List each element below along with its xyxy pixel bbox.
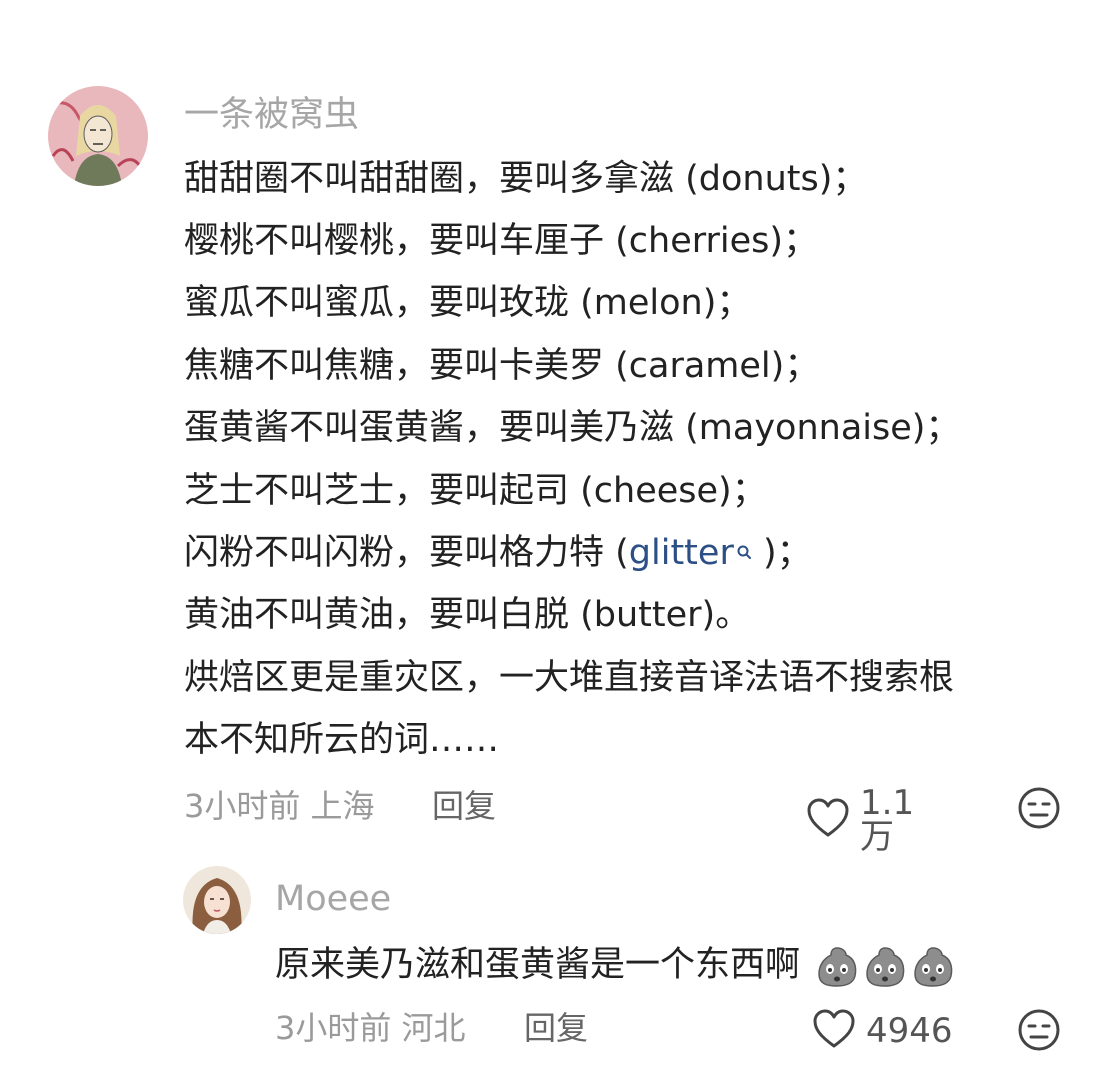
reply-button[interactable]: 回复 (524, 1012, 588, 1044)
comment-text-line: 黄油不叫黄油，要叫白脱 (butter)。 (184, 595, 751, 635)
neutral-face-icon (1017, 787, 1061, 834)
dislike-button[interactable] (1017, 786, 1061, 834)
search-link-label: glitter (628, 533, 734, 573)
search-link[interactable]: glitter (629, 533, 752, 573)
username[interactable]: Moeee (275, 882, 391, 917)
comment-text-line: 本不知所云的词…… (184, 720, 500, 760)
avatar[interactable] (183, 866, 251, 934)
dislike-button[interactable] (1017, 1008, 1061, 1056)
search-icon (736, 532, 752, 559)
comment-text-line: 甜甜圈不叫甜甜圈，要叫多拿滋 (donuts)； (184, 159, 868, 199)
reply-button[interactable]: 回复 (432, 790, 496, 822)
crying-potato-emoji-icon (911, 944, 955, 988)
like-count: 4946 (866, 1011, 953, 1051)
comment-text-line: 烘焙区更是重灾区，一大堆直接音译法语不搜索根 (184, 658, 955, 698)
comment-text-line: 芝士不叫芝士，要叫起司 (cheese)； (184, 471, 767, 511)
heart-icon (812, 1008, 856, 1054)
comment-text-line: 樱桃不叫樱桃，要叫车厘子 (cherries)； (184, 221, 819, 261)
heart-icon (806, 797, 850, 843)
comment-text-line: 原来美乃滋和蛋黄酱是一个东西啊 (275, 944, 955, 988)
comment-text-line-with-link: 闪粉不叫闪粉，要叫格力特 (glitter )； (184, 536, 812, 571)
comment-text-line: 蛋黄酱不叫蛋黄酱，要叫美乃滋 (mayonnaise)； (184, 408, 961, 448)
comment-meta: 3小时前 上海 (184, 787, 375, 825)
comment-text-fragment: 闪粉不叫闪粉，要叫格力特 ( (184, 533, 629, 573)
crying-potato-emoji-icon (863, 944, 907, 988)
like-button[interactable]: 1.1万 (806, 786, 914, 854)
comment-text: 原来美乃滋和蛋黄酱是一个东西啊 (275, 945, 801, 985)
username[interactable]: 一条被窝虫 (184, 98, 359, 133)
crying-potato-emoji-icon (815, 944, 859, 988)
like-count: 1.1万 (860, 783, 915, 857)
neutral-face-icon (1017, 1009, 1061, 1056)
avatar[interactable] (48, 86, 148, 186)
comment-text-line: 焦糖不叫焦糖，要叫卡美罗 (caramel)； (184, 346, 820, 386)
comment-text-fragment: )； (751, 533, 812, 573)
comment-meta: 3小时前 河北 (275, 1009, 466, 1047)
like-button[interactable]: 4946 (812, 1008, 953, 1054)
comment-text-line: 蜜瓜不叫蜜瓜，要叫玫珑 (melon)； (184, 283, 752, 323)
